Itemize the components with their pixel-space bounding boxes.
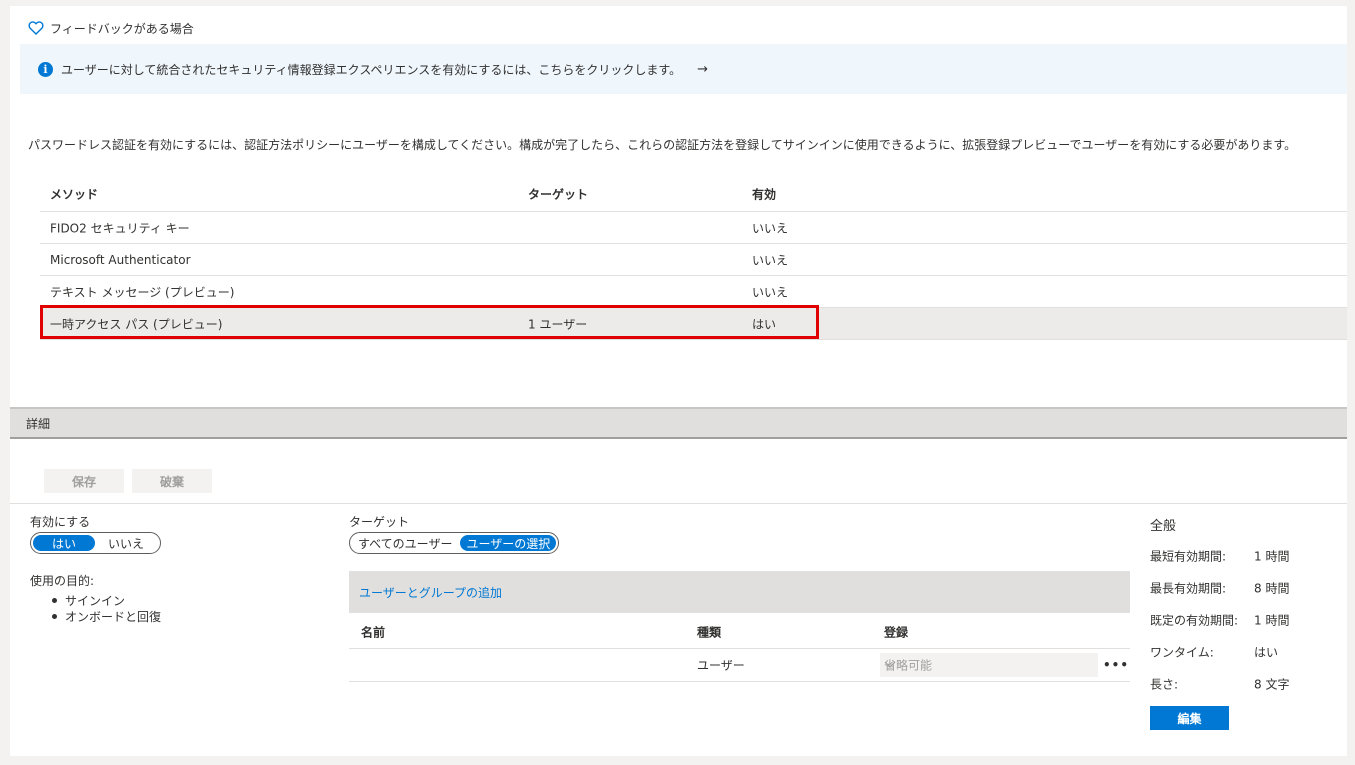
feedback-label: フィードバックがある場合 [50,21,194,36]
general-row: 最長有効期間: 8 時間 [1150,572,1330,604]
edit-button[interactable]: 編集 [1150,706,1229,730]
method-enabled: いいえ [752,221,789,235]
add-users-bar: ユーザーとグループの追加 [349,571,1130,613]
general-row: ワンタイム: はい [1150,636,1330,668]
method-row-fido2[interactable]: FIDO2 セキュリティ キー いいえ [40,212,1347,244]
table-row: ユーザー 省略可能 ••• [349,649,1130,682]
enable-label: 有効にする [30,515,91,529]
target-option-select-users[interactable]: ユーザーの選択 [460,535,557,551]
column-header-name: 名前 [361,625,386,640]
general-value: 8 時間 [1254,581,1290,596]
more-icon[interactable]: ••• [1103,658,1129,672]
general-title: 全般 [1150,519,1177,534]
target-option-all-users[interactable]: すべてのユーザー [352,535,460,551]
highlight-box [40,305,819,339]
general-key: ワンタイム: [1150,645,1214,660]
column-header-enabled: 有効 [752,187,777,201]
info-bar[interactable]: i ユーザーに対して統合されたセキュリティ情報登録エクスペリエンスを有効にするに… [20,44,1347,94]
target-toggle[interactable]: すべてのユーザー ユーザーの選択 [349,532,560,554]
method-enabled: いいえ [752,253,789,267]
divider [10,503,1347,504]
page: フィードバックがある場合 i ユーザーに対して統合されたセキュリティ情報登録エク… [10,6,1347,756]
details-header: 詳細 [10,407,1347,439]
feedback-link[interactable]: フィードバックがある場合 [28,18,194,38]
general-row: 既定の有効期間: 1 時間 [1150,604,1330,636]
purpose-label: 使用の目的: [30,574,95,588]
method-name: テキスト メッセージ (プレビュー) [50,285,235,299]
method-enabled: いいえ [752,285,789,299]
passwordless-description: パスワードレス認証を有効にするには、認証方法ポリシーにユーザーを構成してください… [28,138,1297,152]
add-users-groups-link[interactable]: ユーザーとグループの追加 [359,584,502,601]
column-header-target: ターゲット [528,187,589,201]
general-key: 最短有効期間: [1150,549,1227,564]
save-button[interactable]: 保存 [44,469,124,493]
general-row: 長さ: 8 文字 [1150,668,1330,700]
methods-table-header: メソッド ターゲット 有効 [40,176,1347,212]
arrow-right-icon[interactable]: → [697,62,708,77]
general-value: 8 文字 [1254,677,1290,692]
general-key: 長さ: [1150,677,1179,692]
purpose-list: サインイン オンボードと回復 [52,592,161,624]
list-item: サインイン [52,592,161,608]
enable-toggle[interactable]: はい いいえ [30,532,161,554]
bullet-icon [52,597,57,603]
target-type: ユーザー [697,658,745,673]
discard-button[interactable]: 破棄 [132,469,212,493]
column-header-method: メソッド [50,187,99,201]
purpose-item: サインイン [65,593,126,608]
general-value: 1 時間 [1254,549,1290,564]
target-table: 名前 種類 登録 ユーザー 省略可能 ••• [349,616,1130,682]
registration-value: 省略可能 [884,658,933,673]
registration-select[interactable]: 省略可能 [880,653,1098,677]
method-row-text-message[interactable]: テキスト メッセージ (プレビュー) いいえ [40,276,1347,308]
method-name: Microsoft Authenticator [50,252,191,267]
general-key: 既定の有効期間: [1150,613,1239,628]
general-row: 最短有効期間: 1 時間 [1150,540,1330,572]
column-header-type: 種類 [697,625,722,640]
target-label: ターゲット [349,515,410,529]
info-bar-text[interactable]: ユーザーに対して統合されたセキュリティ情報登録エクスペリエンスを有効にするには、… [61,61,681,78]
method-row-authenticator[interactable]: Microsoft Authenticator いいえ [40,244,1347,276]
general-value: はい [1254,645,1279,660]
target-table-header: 名前 種類 登録 [349,616,1130,649]
bullet-icon [52,613,57,619]
purpose-item: オンボードと回復 [65,609,162,624]
list-item: オンボードと回復 [52,608,161,624]
details-title: 詳細 [26,416,51,431]
heart-icon [28,21,44,35]
general-value: 1 時間 [1254,613,1290,628]
method-name: FIDO2 セキュリティ キー [50,221,190,235]
enable-option-yes[interactable]: はい [33,535,95,551]
info-icon: i [38,61,53,77]
enable-option-no[interactable]: いいえ [95,535,157,551]
general-info: 最短有効期間: 1 時間 最長有効期間: 8 時間 既定の有効期間: 1 時間 ワンタ… [1150,540,1330,700]
column-header-registration: 登録 [884,625,909,640]
general-key: 最長有効期間: [1150,581,1227,596]
